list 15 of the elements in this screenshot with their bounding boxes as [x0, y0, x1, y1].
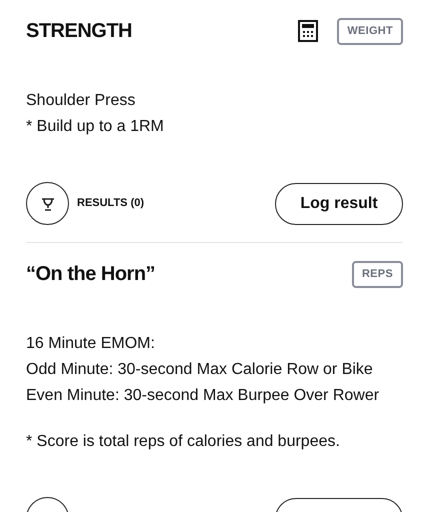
section-title: STRENGTH	[26, 19, 133, 44]
calculator-icon[interactable]	[298, 20, 318, 42]
description-line: * Build up to a 1RM	[26, 117, 165, 137]
trophy-icon	[40, 196, 54, 210]
description-line: 16 Minute EMOM:	[26, 334, 156, 354]
results-count: RESULTS (0)	[77, 196, 144, 212]
category-tag: REPS	[352, 260, 403, 288]
description-line: Shoulder Press	[26, 91, 136, 111]
description-line: * Score is total reps of calories and burpees.	[26, 432, 341, 452]
description-line: Even Minute: 30-second Max Burpee Over Rower	[26, 386, 380, 406]
category-tag: WEIGHT	[337, 18, 403, 44]
description-line: Odd Minute: 30-second Max Calorie Row or Bike	[26, 360, 374, 380]
log-result-button[interactable]: Log result	[275, 182, 403, 224]
results-button[interactable]	[26, 182, 69, 225]
section-title: “On the Horn”	[26, 262, 156, 287]
